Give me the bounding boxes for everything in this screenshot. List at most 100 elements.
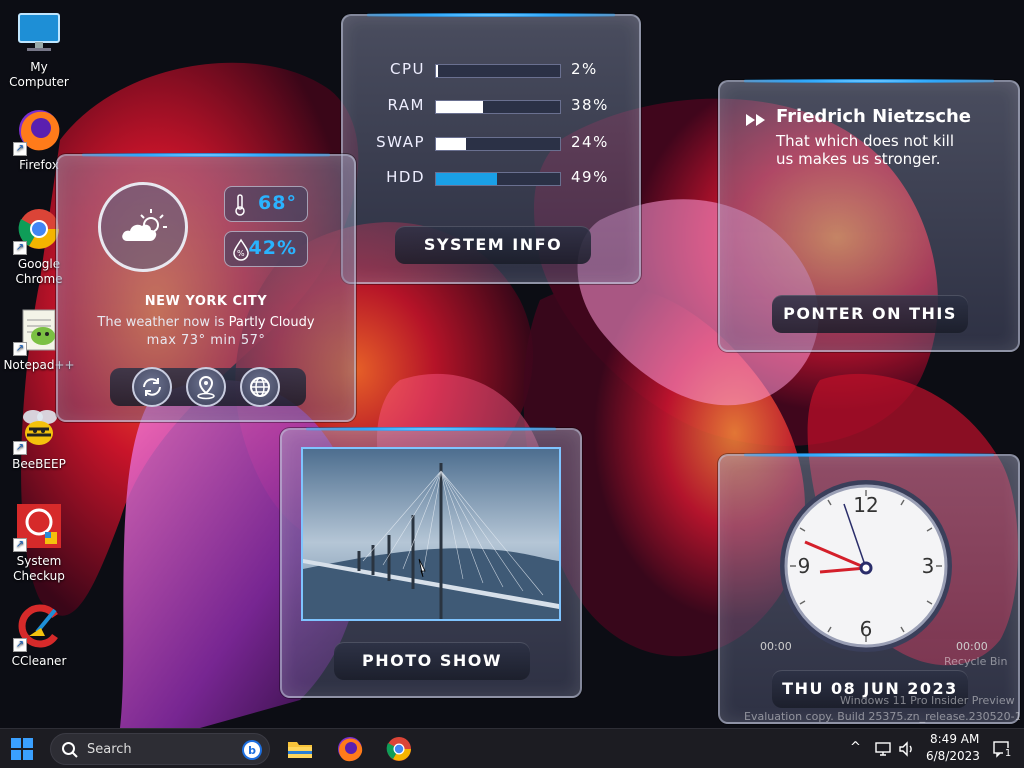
widget-glow [305, 427, 557, 431]
clock-numeral-12: 12 [853, 493, 878, 517]
widget-glow [81, 153, 331, 157]
widget-glow [366, 13, 616, 17]
system-row-name: SWAP [376, 133, 425, 151]
svg-text:b: b [248, 744, 256, 757]
windows-watermark-line1: Windows 11 Pro Insider Preview [840, 694, 1015, 707]
desktop-icon-label: CCleaner [11, 654, 67, 668]
system-info-button[interactable]: SYSTEM INFO [395, 226, 591, 264]
temperature-value: 68° [258, 192, 297, 214]
firefox-icon: ↗ [13, 106, 63, 156]
refresh-button[interactable] [132, 367, 172, 407]
location-button[interactable] [186, 367, 226, 407]
location-pin-icon [197, 375, 215, 400]
weather-condition-line: The weather now is Partly Cloudy [58, 315, 354, 330]
ccleaner-icon: ↗ [13, 602, 63, 652]
system-row-name: RAM [387, 96, 425, 114]
taskbar-file-explorer[interactable] [286, 735, 314, 763]
recycle-bin-label[interactable]: Recycle Bin [944, 655, 1007, 668]
taskbar-firefox[interactable] [336, 735, 364, 763]
quote-text: That which does not kill us makes us str… [776, 132, 955, 168]
system-checkup-icon: ↗ [13, 502, 63, 552]
desktop-icon-my-computer[interactable]: My Computer [1, 8, 77, 90]
usage-bar [435, 64, 561, 78]
clock-numeral-9: 9 [798, 554, 811, 578]
system-row-swap: SWAP 24% [373, 133, 633, 155]
system-row-percent: 38% [571, 96, 609, 114]
usage-bar-fill [436, 173, 497, 185]
bing-icon[interactable]: b [241, 739, 263, 761]
desktop-icon-system-checkup[interactable]: ↗ System Checkup [1, 502, 77, 584]
weather-condition: Partly Cloudy [228, 315, 315, 330]
search-box[interactable]: Search b [50, 733, 270, 765]
notification-button[interactable]: 1 [992, 739, 1013, 759]
usage-bar [435, 137, 561, 151]
taskbar-chrome[interactable] [385, 735, 413, 763]
humidity-value: 42% [248, 237, 297, 259]
usage-bar-fill [436, 65, 439, 77]
clock-numeral-3: 3 [922, 554, 935, 578]
clock-side-right: 00:00 [956, 640, 988, 653]
weather-condition-prefix: The weather now is [97, 315, 229, 330]
partly-cloudy-icon [122, 209, 167, 241]
monitor-icon [15, 8, 63, 56]
widget-glow [743, 79, 995, 83]
refresh-icon [143, 378, 161, 396]
shortcut-arrow-icon: ↗ [13, 441, 27, 455]
taskbar-date[interactable]: 6/8/2023 [926, 749, 980, 763]
firefox-icon [338, 737, 363, 762]
desktop-icon-label: System Checkup [13, 554, 65, 583]
system-row-percent: 49% [571, 168, 609, 186]
usage-bar [435, 100, 561, 114]
weather-widget: 68° % 42% NEW YORK CITY The weather now … [56, 153, 356, 422]
chrome-icon [386, 737, 411, 761]
photo-widget: PHOTO SHOW [280, 427, 582, 698]
system-info-widget: CPU 2% RAM 38% SWAP 24% HDD 49% SYSTEM I… [341, 13, 641, 284]
taskbar: Search b ^ 8:49 AM 6/8/2023 1 [0, 728, 1024, 768]
widget-glow [743, 453, 995, 457]
analog-clock: 12 3 6 9 [780, 480, 952, 652]
fast-forward-icon [746, 114, 765, 126]
usage-bar [435, 172, 561, 186]
shortcut-arrow-icon: ↗ [13, 241, 27, 255]
system-row-name: CPU [390, 60, 425, 78]
notification-count: 1 [1003, 748, 1013, 759]
weather-minmax: max 73° min 57° [146, 333, 266, 348]
search-icon [62, 742, 78, 758]
quote-author: Friedrich Nietzsche [776, 106, 972, 127]
file-explorer-icon [288, 742, 312, 758]
clock-widget: 12 3 6 9 00:00 00:00 THU 08 JUN 2023 [718, 453, 1020, 724]
temperature-box: 68° [224, 186, 308, 222]
system-row-cpu: CPU 2% [373, 60, 633, 82]
taskbar-time[interactable]: 8:49 AM [930, 732, 979, 746]
clock-side-left: 00:00 [760, 640, 792, 653]
shortcut-arrow-icon: ↗ [13, 142, 27, 156]
shortcut-arrow-icon: ↗ [13, 538, 27, 552]
weather-condition-circle [98, 182, 188, 272]
shortcut-arrow-icon: ↗ [13, 342, 27, 356]
volume-icon[interactable] [898, 740, 916, 758]
weather-city: NEW YORK CITY [144, 294, 268, 309]
system-row-percent: 24% [571, 133, 609, 151]
ponter-on-this-button[interactable]: PONTER ON THIS [772, 295, 968, 333]
photo-frame[interactable] [301, 447, 561, 621]
bridge-photo [303, 449, 559, 619]
network-icon[interactable] [874, 740, 892, 758]
desktop-icon-label: My Computer [9, 60, 69, 89]
desktop-icon-ccleaner[interactable]: ↗ CCleaner [1, 602, 77, 669]
start-button[interactable] [10, 737, 34, 761]
photo-show-button[interactable]: PHOTO SHOW [334, 642, 530, 680]
clock-numeral-6: 6 [860, 617, 873, 641]
globe-button[interactable] [240, 367, 280, 407]
usage-bar-fill [436, 138, 466, 150]
usage-bar-fill [436, 101, 484, 113]
svg-text:%: % [237, 249, 245, 258]
search-placeholder: Search [87, 742, 132, 757]
system-row-ram: RAM 38% [373, 96, 633, 118]
desktop-icon-label: BeeBEEP [12, 457, 66, 471]
thermometer-icon [235, 194, 245, 216]
globe-icon [250, 377, 270, 397]
windows-logo-icon [11, 738, 33, 760]
show-hidden-icons[interactable]: ^ [850, 740, 861, 755]
quote-widget: Friedrich Nietzsche That which does not … [718, 79, 1020, 352]
system-row-hdd: HDD 49% [373, 168, 633, 190]
